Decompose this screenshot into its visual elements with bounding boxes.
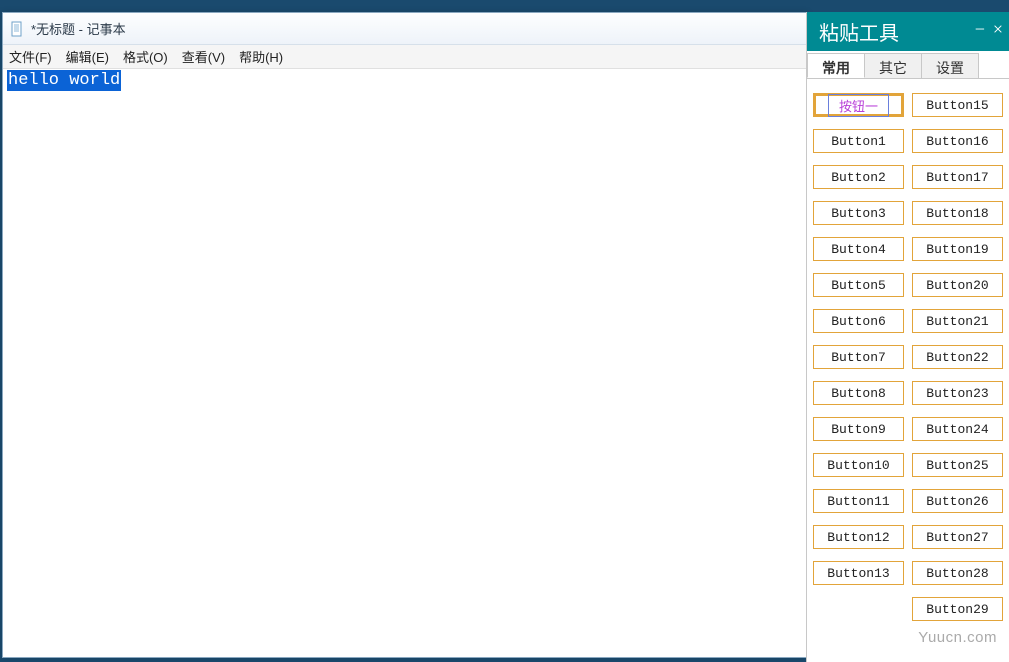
menu-edit[interactable]: 编辑(E) xyxy=(66,47,109,66)
paste-button[interactable]: Button12 xyxy=(813,525,904,549)
notepad-menubar: 文件(F) 编辑(E) 格式(O) 查看(V) 帮助(H) xyxy=(3,45,807,69)
paste-button[interactable]: Button16 xyxy=(912,129,1003,153)
menu-file[interactable]: 文件(F) xyxy=(9,47,52,66)
editor-selection[interactable]: hello world xyxy=(7,70,121,91)
paste-button[interactable]: Button10 xyxy=(813,453,904,477)
tab-other[interactable]: 其它 xyxy=(864,53,922,78)
paste-button[interactable]: Button5 xyxy=(813,273,904,297)
menu-help[interactable]: 帮助(H) xyxy=(239,47,283,66)
paste-tool-body: 按钮一 Button15 Button1 Button16 Button2 Button1… xyxy=(807,79,1009,662)
notepad-window: *无标题 - 记事本 文件(F) 编辑(E) 格式(O) 查看(V) 帮助(H)… xyxy=(2,12,808,658)
paste-tool-tabs: 常用 其它 设置 xyxy=(807,51,1009,79)
menu-view[interactable]: 查看(V) xyxy=(182,47,225,66)
paste-button[interactable]: Button13 xyxy=(813,561,904,585)
paste-button[interactable]: Button28 xyxy=(912,561,1003,585)
paste-button[interactable]: Button23 xyxy=(912,381,1003,405)
paste-button[interactable]: Button2 xyxy=(813,165,904,189)
paste-tool-header[interactable]: 粘贴工具 − × xyxy=(807,12,1009,51)
paste-button[interactable]: Button8 xyxy=(813,381,904,405)
paste-button[interactable]: Button7 xyxy=(813,345,904,369)
watermark: Yuucn.com xyxy=(918,629,997,646)
paste-button[interactable]: Button6 xyxy=(813,309,904,333)
paste-button[interactable]: Button15 xyxy=(912,93,1003,117)
close-icon[interactable]: × xyxy=(993,20,1003,38)
paste-button[interactable]: Button19 xyxy=(912,237,1003,261)
paste-button-primary[interactable]: 按钮一 xyxy=(813,93,904,117)
menu-format[interactable]: 格式(O) xyxy=(123,47,168,66)
paste-button[interactable]: Button22 xyxy=(912,345,1003,369)
minimize-icon[interactable]: − xyxy=(975,20,985,38)
paste-button[interactable]: Button17 xyxy=(912,165,1003,189)
notepad-title: *无标题 - 记事本 xyxy=(31,19,126,38)
tab-common[interactable]: 常用 xyxy=(807,53,865,78)
tab-settings[interactable]: 设置 xyxy=(921,53,979,78)
paste-button[interactable]: Button11 xyxy=(813,489,904,513)
notepad-editor[interactable]: hello world xyxy=(3,69,807,657)
paste-button[interactable]: Button25 xyxy=(912,453,1003,477)
document-icon xyxy=(9,21,25,37)
paste-button[interactable]: Button20 xyxy=(912,273,1003,297)
paste-tool-title: 粘贴工具 xyxy=(819,17,899,46)
paste-button[interactable]: Button27 xyxy=(912,525,1003,549)
paste-button[interactable]: Button1 xyxy=(813,129,904,153)
paste-button[interactable]: Button24 xyxy=(912,417,1003,441)
paste-button[interactable]: Button29 xyxy=(912,597,1003,621)
notepad-titlebar[interactable]: *无标题 - 记事本 xyxy=(3,13,807,45)
paste-button[interactable]: Button3 xyxy=(813,201,904,225)
paste-button[interactable]: Button26 xyxy=(912,489,1003,513)
paste-button[interactable]: Button9 xyxy=(813,417,904,441)
paste-button[interactable]: Button21 xyxy=(912,309,1003,333)
paste-tool-panel: 粘贴工具 − × 常用 其它 设置 按钮一 Button15 Button1 Butt… xyxy=(806,12,1009,662)
paste-button[interactable]: Button18 xyxy=(912,201,1003,225)
paste-button[interactable]: Button4 xyxy=(813,237,904,261)
